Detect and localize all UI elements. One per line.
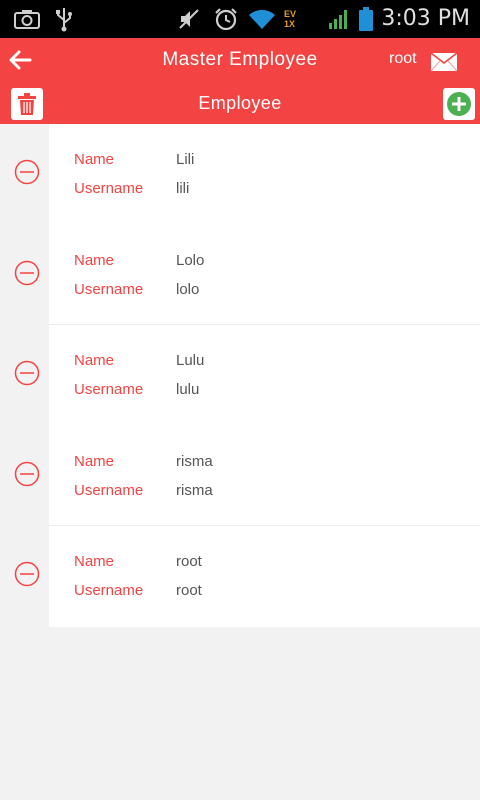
add-button[interactable] [443, 88, 475, 120]
username-label: Username [74, 582, 144, 599]
employee-card[interactable] [49, 224, 480, 325]
remove-circle-icon[interactable] [14, 260, 40, 286]
name-label: Name [74, 151, 115, 168]
network-label-1x: 1X [284, 19, 296, 29]
status-time: 3:03 PM [381, 6, 470, 31]
usb-icon [52, 0, 76, 38]
name-value: root [176, 553, 202, 570]
evdo-signal-icon: EV 1X [284, 0, 316, 38]
section-title: Employee [198, 93, 282, 113]
cell-signal-icon [326, 0, 352, 38]
username-value: lolo [176, 280, 200, 298]
section-bar: Employee [0, 82, 480, 124]
status-bar: EV 1X 3:03 PM [0, 0, 480, 38]
name-value: Lulu [176, 352, 205, 369]
remove-circle-icon[interactable] [14, 159, 40, 185]
list-item: Name risma Username risma [0, 425, 480, 526]
remove-circle-icon[interactable] [14, 561, 40, 587]
list-item: Name root Username root [0, 526, 480, 627]
employee-card[interactable] [49, 526, 480, 627]
username-label: Username [74, 381, 144, 398]
name-value: Lolo [176, 251, 205, 269]
employee-card[interactable] [49, 325, 480, 426]
remove-circle-icon[interactable] [14, 461, 40, 487]
name-label: Name [74, 452, 115, 470]
employee-card[interactable] [49, 124, 480, 225]
username-label: Username [74, 280, 144, 298]
remove-circle-icon[interactable] [14, 360, 40, 386]
app-bar: Master Employee root [0, 38, 480, 82]
list-item: Name Lolo Username lolo [0, 224, 480, 325]
username-label: Username [74, 481, 144, 499]
employee-card[interactable] [49, 425, 480, 526]
wifi-icon [246, 0, 278, 38]
name-label: Name [74, 553, 115, 570]
employee-list: Name Lili Username lili Name Lolo Userna… [0, 124, 480, 627]
username-value: risma [176, 481, 213, 499]
name-label: Name [74, 352, 115, 369]
battery-icon [356, 0, 376, 38]
network-label-ev: EV [284, 9, 297, 19]
alarm-icon [212, 0, 240, 38]
username-value: lulu [176, 381, 200, 398]
username-value: root [176, 582, 202, 599]
list-item: Name Lili Username lili [0, 124, 480, 225]
name-value: risma [176, 452, 213, 470]
name-value: Lili [176, 151, 195, 168]
list-item: Name Lulu Username lulu [0, 325, 480, 426]
envelope-icon [430, 52, 458, 72]
mute-icon [176, 0, 202, 38]
plus-circle-icon [447, 92, 471, 116]
mail-button[interactable] [430, 52, 460, 72]
username-label: Username [74, 180, 144, 197]
camera-icon [12, 0, 42, 38]
username-value: lili [176, 180, 190, 197]
name-label: Name [74, 251, 115, 269]
current-user-label: root [389, 50, 417, 67]
